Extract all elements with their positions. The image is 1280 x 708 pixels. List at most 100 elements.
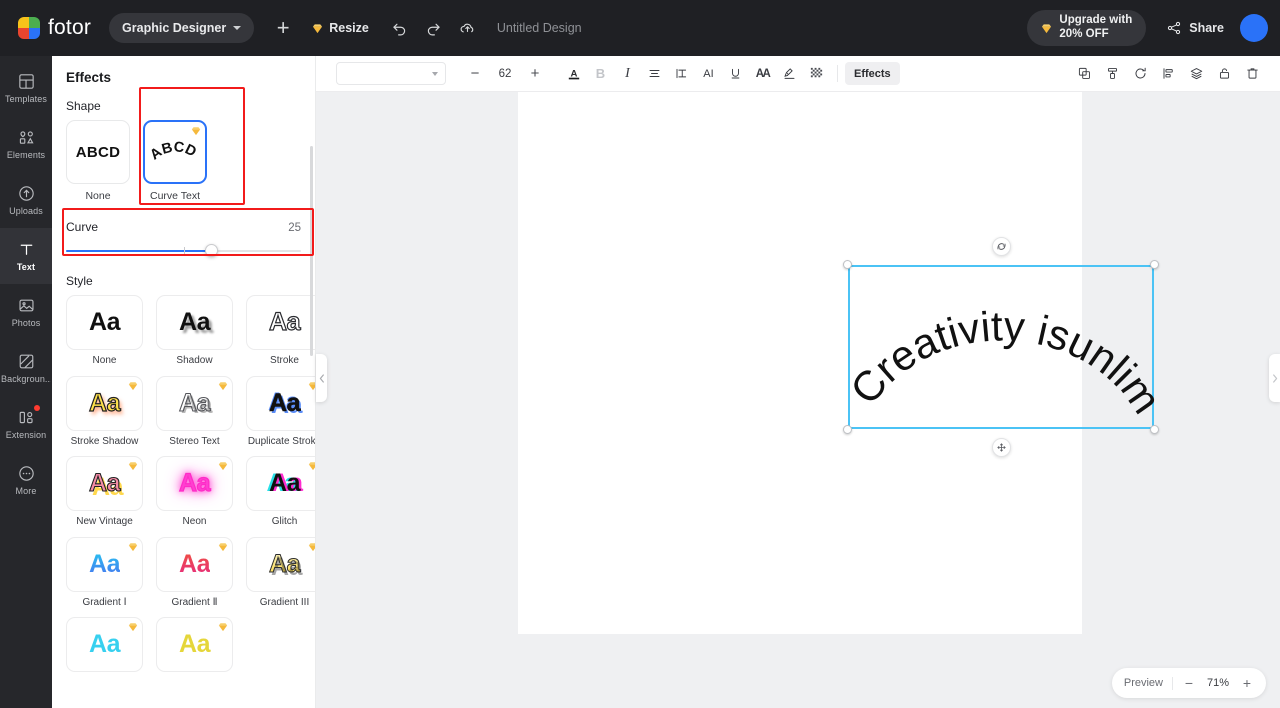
sidebar-item-background[interactable]: Backgroun... bbox=[0, 340, 52, 396]
zoom-in-button[interactable]: + bbox=[1240, 675, 1254, 691]
italic-button[interactable]: I bbox=[614, 60, 641, 87]
style-option-label: None bbox=[92, 355, 117, 366]
cloud-save-button[interactable] bbox=[453, 11, 483, 45]
format-painter-icon bbox=[1107, 68, 1118, 79]
font-family-select[interactable] bbox=[336, 62, 446, 85]
share-button[interactable]: Share bbox=[1166, 20, 1224, 36]
format-painter-button[interactable] bbox=[1099, 60, 1126, 87]
duplicate-button[interactable] bbox=[1071, 60, 1098, 87]
style-preview-text: Aa bbox=[178, 388, 211, 417]
premium-diamond-icon bbox=[191, 127, 201, 136]
rotate-handle[interactable] bbox=[991, 237, 1011, 256]
line-height-button[interactable] bbox=[668, 60, 695, 87]
text-color-button[interactable]: A bbox=[560, 60, 587, 87]
redo-button[interactable] bbox=[419, 11, 449, 45]
align-button[interactable] bbox=[641, 60, 668, 87]
style-preview-text: Aa bbox=[178, 468, 211, 497]
style-option-preview[interactable]: Aa bbox=[66, 375, 143, 431]
sidebar-item-elements[interactable]: Elements bbox=[0, 116, 52, 172]
font-size-increase-button[interactable]: + bbox=[524, 62, 546, 86]
mode-selector[interactable]: Graphic Designer bbox=[109, 13, 255, 43]
sidebar-item-templates[interactable]: Templates bbox=[0, 60, 52, 116]
style-option-duplicate-stroke[interactable]: Aa Duplicate Stroke bbox=[246, 375, 315, 448]
style-option-preview[interactable]: Aa bbox=[156, 295, 233, 350]
align-position-button[interactable] bbox=[1155, 60, 1182, 87]
style-option-glitch[interactable]: Aa Glitch bbox=[246, 456, 315, 528]
style-option-neon[interactable]: Aa Neon bbox=[156, 456, 233, 528]
style-option-label: Glitch bbox=[271, 516, 298, 527]
undo-button[interactable] bbox=[385, 11, 415, 45]
sidebar-item-uploads[interactable]: Uploads bbox=[0, 172, 52, 228]
style-option-shadow[interactable]: Aa Shadow bbox=[156, 295, 233, 367]
shape-option-none-box[interactable]: ABCD bbox=[66, 120, 130, 184]
move-handle[interactable] bbox=[991, 438, 1011, 457]
letter-spacing-button[interactable]: AA bbox=[749, 60, 776, 87]
panel-scrollbar[interactable] bbox=[310, 146, 313, 356]
layers-button[interactable] bbox=[1183, 60, 1210, 87]
line-height-icon bbox=[676, 68, 687, 79]
resize-button[interactable]: Resize bbox=[312, 21, 369, 35]
style-option-preview[interactable]: Aa bbox=[66, 536, 143, 592]
style-option-preview[interactable]: Aa bbox=[246, 295, 315, 350]
curved-text-object[interactable]: Creativity isunlimited bbox=[836, 227, 1170, 429]
lock-button[interactable] bbox=[1211, 60, 1238, 87]
curve-slider-thumb[interactable] bbox=[205, 244, 219, 257]
style-option-gradient-iii[interactable]: Aa Gradient III bbox=[246, 536, 315, 609]
shape-option-curve-text[interactable]: ABCD Curve Text bbox=[143, 120, 207, 202]
replace-button[interactable] bbox=[1127, 60, 1154, 87]
sidebar-item-label: More bbox=[15, 486, 37, 496]
underline-button[interactable] bbox=[722, 60, 749, 87]
style-option-preview[interactable]: Aa bbox=[66, 295, 143, 350]
premium-diamond-icon bbox=[308, 462, 315, 471]
shape-option-label: Curve Text bbox=[150, 190, 200, 202]
sidebar-item-extension[interactable]: Extension bbox=[0, 396, 52, 452]
user-avatar[interactable] bbox=[1240, 14, 1268, 42]
text-selection-frame[interactable]: Creativity isunlimited bbox=[836, 227, 1171, 457]
transparency-button[interactable] bbox=[803, 60, 830, 87]
style-option-preview[interactable]: Aa bbox=[246, 375, 315, 431]
curve-slider[interactable] bbox=[66, 242, 301, 260]
shape-option-none[interactable]: ABCD None bbox=[66, 120, 130, 202]
design-canvas[interactable]: Creativity isunlimited bbox=[518, 92, 1171, 634]
share-label: Share bbox=[1189, 21, 1224, 35]
add-page-button[interactable]: + bbox=[268, 11, 298, 45]
effects-button[interactable]: Effects bbox=[845, 62, 900, 85]
font-size-decrease-button[interactable]: − bbox=[464, 62, 486, 86]
document-title[interactable]: Untitled Design bbox=[497, 21, 582, 35]
style-option-preview[interactable]: Aa bbox=[156, 375, 233, 431]
workspace[interactable]: Creativity isunlimited bbox=[316, 92, 1280, 708]
style-option-none[interactable]: Aa None bbox=[66, 295, 143, 367]
ai-writer-button[interactable]: AI bbox=[695, 60, 722, 87]
zoom-out-button[interactable]: − bbox=[1182, 675, 1196, 691]
collapse-right-panel-button[interactable] bbox=[1269, 354, 1280, 402]
style-option-preview[interactable]: Aa bbox=[156, 617, 233, 672]
style-option-preview[interactable]: Aa bbox=[156, 536, 233, 592]
letter-spacing-icon: AA bbox=[755, 67, 771, 80]
style-option-preview[interactable]: Aa bbox=[66, 456, 143, 511]
font-size-input[interactable]: 62 bbox=[488, 63, 522, 85]
upgrade-button[interactable]: Upgrade with 20% OFF bbox=[1027, 10, 1147, 46]
preview-button[interactable]: Preview bbox=[1124, 677, 1163, 689]
elements-icon bbox=[19, 131, 34, 144]
style-option-stroke-shadow[interactable]: Aa Stroke Shadow bbox=[66, 375, 143, 448]
premium-diamond-icon bbox=[128, 623, 138, 632]
style-option-gradient[interactable]: Aa Gradient Ⅰ bbox=[66, 536, 143, 609]
delete-button[interactable] bbox=[1239, 60, 1266, 87]
sidebar-item-text[interactable]: Text bbox=[0, 228, 52, 284]
mode-selector-label: Graphic Designer bbox=[122, 21, 227, 35]
style-option-preview[interactable]: Aa bbox=[246, 536, 315, 592]
collapse-left-panel-button[interactable] bbox=[316, 354, 327, 402]
style-option-preview[interactable]: Aa bbox=[246, 456, 315, 511]
style-option-stroke[interactable]: Aa Stroke bbox=[246, 295, 315, 367]
sidebar-item-more[interactable]: More bbox=[0, 452, 52, 508]
style-option-new-vintage[interactable]: Aa New Vintage bbox=[66, 456, 143, 528]
shape-option-curve-text-box[interactable]: ABCD bbox=[143, 120, 207, 184]
style-option-preview[interactable]: Aa bbox=[156, 456, 233, 511]
style-option-stereo-text[interactable]: Aa Stereo Text bbox=[156, 375, 233, 448]
app-logo[interactable]: fotor bbox=[12, 16, 91, 40]
style-option-preview[interactable]: Aa bbox=[66, 617, 143, 672]
sidebar-item-photos[interactable]: Photos bbox=[0, 284, 52, 340]
highlight-button[interactable] bbox=[776, 60, 803, 87]
style-option-gradient[interactable]: Aa Gradient Ⅱ bbox=[156, 536, 233, 609]
bold-button[interactable]: B bbox=[587, 60, 614, 87]
